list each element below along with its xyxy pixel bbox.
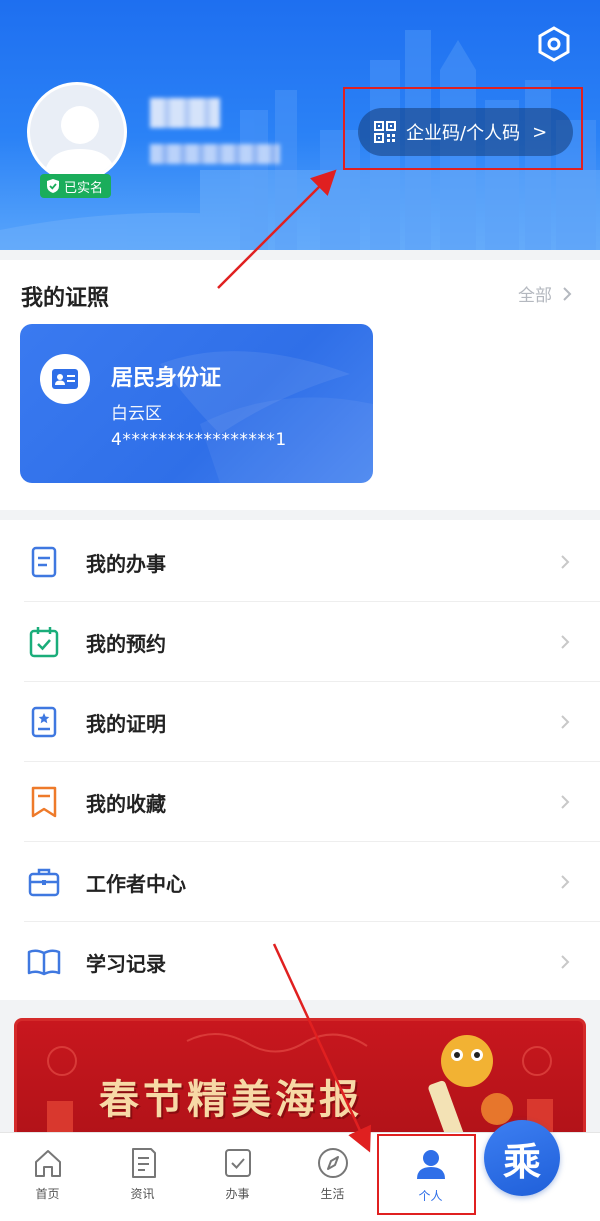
menu-item-label: 学习记录	[86, 951, 166, 976]
tab-label: 资讯	[130, 1187, 155, 1201]
menu-list: 我的办事 我的预约 我的证明 我的收藏 工作者中心 学习记录	[0, 520, 600, 1000]
menu-item-label: 我的办事	[86, 551, 166, 576]
menu-item-my-affairs[interactable]: 我的办事	[0, 522, 600, 602]
menu-item-label: 我的收藏	[86, 791, 166, 816]
annotation-highlight-code-button	[343, 87, 583, 170]
chevron-right-icon	[563, 286, 572, 301]
tab-label: 生活	[320, 1187, 345, 1201]
task-check-icon	[224, 1149, 251, 1177]
card-district: 白云区	[111, 404, 162, 424]
annotation-highlight-personal-tab	[377, 1134, 476, 1215]
verified-badge: 已实名	[40, 174, 112, 198]
chevron-right-icon	[561, 795, 570, 809]
bookmark-icon	[31, 786, 57, 818]
licences-section: 我的证照 全部 居民身份证 白云区 4*****************1	[0, 260, 600, 510]
view-all-label: 全部	[518, 286, 552, 306]
settings-hexagon-icon[interactable]	[536, 26, 572, 62]
tab-home[interactable]: 首页	[0, 1133, 95, 1221]
card-wave-decoration	[160, 351, 373, 483]
chevron-right-icon	[561, 635, 570, 649]
briefcase-icon	[28, 868, 60, 897]
avatar[interactable]	[27, 82, 127, 182]
document-icon	[31, 546, 57, 578]
banner-title: 春节精美海报	[99, 1076, 363, 1123]
section-title: 我的证照	[21, 286, 110, 311]
card-title: 居民身份证	[111, 366, 222, 391]
home-icon	[34, 1150, 61, 1177]
menu-item-label: 我的证明	[86, 711, 166, 736]
menu-item-label: 我的预约	[86, 631, 166, 656]
user-name-redacted	[150, 98, 220, 128]
view-all-link[interactable]: 全部	[518, 281, 572, 306]
tab-label: 首页	[35, 1187, 60, 1201]
user-id-redacted	[150, 144, 280, 164]
menu-item-learning-records[interactable]: 学习记录	[0, 922, 600, 1002]
chevron-right-icon	[561, 715, 570, 729]
chevron-right-icon	[561, 955, 570, 969]
tab-life[interactable]: 生活	[285, 1133, 380, 1221]
compass-icon	[317, 1148, 348, 1178]
menu-item-label: 工作者中心	[86, 871, 186, 896]
shield-check-icon	[47, 179, 59, 193]
menu-item-my-certificates[interactable]: 我的证明	[0, 682, 600, 762]
book-icon	[27, 949, 61, 976]
tab-label: 办事	[225, 1187, 250, 1201]
id-card[interactable]: 居民身份证 白云区 4*****************1	[20, 324, 373, 483]
id-card-icon-circle	[40, 354, 90, 404]
news-icon	[131, 1148, 156, 1178]
chevron-right-icon	[561, 875, 570, 889]
assistant-logo: 乘	[502, 1138, 541, 1184]
menu-item-my-appointments[interactable]: 我的预约	[0, 602, 600, 682]
menu-item-worker-center[interactable]: 工作者中心	[0, 842, 600, 922]
verified-label: 已实名	[64, 180, 104, 196]
menu-item-my-favorites[interactable]: 我的收藏	[0, 762, 600, 842]
id-card-icon	[52, 369, 78, 389]
certificate-icon	[31, 706, 57, 738]
card-number: 4*****************1	[111, 430, 287, 450]
assistant-fab-button[interactable]: 乘	[484, 1120, 560, 1196]
tab-services[interactable]: 办事	[190, 1133, 285, 1221]
chevron-right-icon	[561, 555, 570, 569]
tab-news[interactable]: 资讯	[95, 1133, 190, 1221]
calendar-check-icon	[29, 627, 59, 658]
